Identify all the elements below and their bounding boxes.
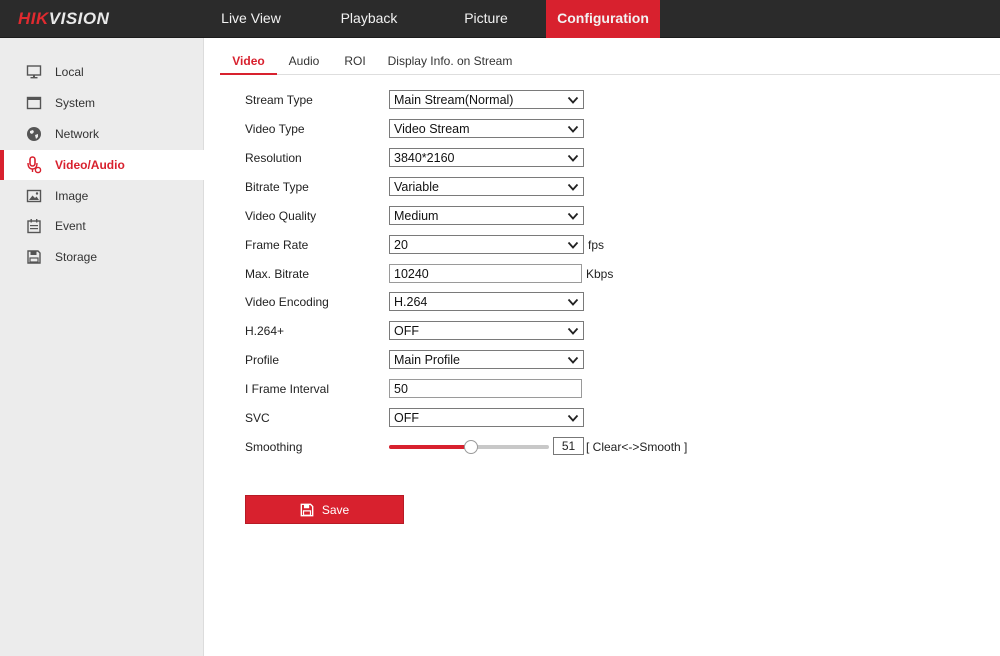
sidebar-item-video-audio[interactable]: Video/Audio bbox=[0, 150, 204, 180]
nav-picture[interactable]: Picture bbox=[436, 0, 536, 38]
slider-fill bbox=[389, 445, 471, 449]
microphone-icon bbox=[25, 156, 43, 174]
bitrate-type-value: Variable bbox=[394, 180, 439, 194]
profile-label: Profile bbox=[245, 353, 280, 367]
svc-label: SVC bbox=[245, 411, 270, 425]
video-type-label: Video Type bbox=[245, 122, 305, 136]
sub-tabs: Video Audio ROI Display Info. on Stream bbox=[220, 48, 1000, 75]
max-bitrate-label: Max. Bitrate bbox=[245, 267, 310, 281]
h264plus-value: OFF bbox=[394, 324, 419, 338]
save-button-label: Save bbox=[321, 502, 350, 517]
max-bitrate-unit: Kbps bbox=[586, 267, 614, 281]
chevron-down-icon bbox=[567, 327, 579, 335]
resolution-value: 3840*2160 bbox=[394, 151, 455, 165]
svc-select[interactable]: OFF bbox=[389, 408, 584, 427]
floppy-disk-icon bbox=[300, 503, 314, 516]
resolution-label: Resolution bbox=[245, 151, 302, 165]
main-nav: Live View Playback Picture Configuration bbox=[200, 0, 660, 38]
globe-icon bbox=[25, 125, 43, 143]
video-encoding-select[interactable]: H.264 bbox=[389, 292, 584, 311]
frame-rate-select[interactable]: 20 bbox=[389, 235, 584, 254]
top-bar: HIKVISION Live View Playback Picture Con… bbox=[0, 0, 1000, 38]
max-bitrate-row: Max. Bitrate Kbps bbox=[245, 264, 645, 284]
video-quality-value: Medium bbox=[394, 209, 439, 223]
chevron-down-icon bbox=[567, 414, 579, 422]
resolution-select[interactable]: 3840*2160 bbox=[389, 148, 584, 167]
stream-type-value: Main Stream(Normal) bbox=[394, 93, 514, 107]
chevron-down-icon bbox=[567, 298, 579, 306]
frame-rate-label: Frame Rate bbox=[245, 238, 309, 252]
sidebar-item-network[interactable]: Network bbox=[0, 119, 204, 149]
monitor-icon bbox=[25, 63, 43, 81]
video-encoding-label: Video Encoding bbox=[245, 295, 329, 309]
nav-playback[interactable]: Playback bbox=[302, 0, 436, 38]
sidebar-item-label: Network bbox=[55, 127, 100, 141]
calendar-icon bbox=[25, 217, 43, 235]
video-quality-label: Video Quality bbox=[245, 209, 317, 223]
sidebar-item-storage[interactable]: Storage bbox=[0, 242, 204, 272]
sidebar-item-label: Local bbox=[55, 65, 84, 79]
hikvision-logo: HIKVISION bbox=[18, 9, 109, 29]
chevron-down-icon bbox=[567, 183, 579, 191]
svc-value: OFF bbox=[394, 411, 419, 425]
frame-rate-row: Frame Rate 20 fps bbox=[245, 235, 645, 255]
video-type-value: Video Stream bbox=[394, 122, 470, 136]
nav-live-view[interactable]: Live View bbox=[200, 0, 302, 38]
max-bitrate-input[interactable] bbox=[389, 264, 582, 283]
tab-video[interactable]: Video bbox=[220, 48, 277, 75]
chevron-down-icon bbox=[567, 241, 579, 249]
smoothing-hint: [ Clear<->Smooth ] bbox=[586, 440, 688, 454]
bitrate-type-label: Bitrate Type bbox=[245, 180, 309, 194]
chevron-down-icon bbox=[567, 125, 579, 133]
sidebar-item-label: System bbox=[55, 96, 96, 110]
smoothing-row: Smoothing 51 [ Clear<->Smooth ] bbox=[245, 437, 705, 457]
tab-audio[interactable]: Audio bbox=[282, 48, 326, 75]
window-icon bbox=[25, 94, 43, 112]
video-encoding-value: H.264 bbox=[394, 295, 428, 309]
stream-type-select[interactable]: Main Stream(Normal) bbox=[389, 90, 584, 109]
profile-select[interactable]: Main Profile bbox=[389, 350, 584, 369]
sidebar-item-label: Video/Audio bbox=[55, 158, 125, 172]
frame-rate-value: 20 bbox=[394, 238, 408, 252]
smoothing-slider[interactable] bbox=[389, 440, 549, 454]
bitrate-type-select[interactable]: Variable bbox=[389, 177, 584, 196]
iframe-interval-input[interactable] bbox=[389, 379, 582, 398]
chevron-down-icon bbox=[567, 212, 579, 220]
nav-configuration[interactable]: Configuration bbox=[546, 0, 660, 38]
chevron-down-icon bbox=[567, 154, 579, 162]
iframe-interval-label: I Frame Interval bbox=[245, 382, 330, 396]
tab-roi[interactable]: ROI bbox=[336, 48, 374, 75]
sidebar-item-local[interactable]: Local bbox=[0, 57, 204, 87]
stream-type-label: Stream Type bbox=[245, 93, 313, 107]
floppy-disk-icon bbox=[25, 248, 43, 266]
logo-red-text: HIK bbox=[18, 9, 49, 28]
slider-thumb[interactable] bbox=[464, 440, 478, 454]
image-icon bbox=[25, 187, 43, 205]
sidebar-item-label: Image bbox=[55, 189, 89, 203]
h264plus-select[interactable]: OFF bbox=[389, 321, 584, 340]
smoothing-value: 51 bbox=[553, 437, 584, 455]
tab-display-info-on-stream[interactable]: Display Info. on Stream bbox=[386, 48, 514, 75]
chevron-down-icon bbox=[567, 96, 579, 104]
save-button[interactable]: Save bbox=[245, 495, 404, 524]
sidebar-item-label: Storage bbox=[55, 250, 98, 264]
h264plus-label: H.264+ bbox=[245, 324, 285, 338]
sidebar-item-event[interactable]: Event bbox=[0, 211, 204, 241]
sidebar: Local System Network Video/Audio Image E… bbox=[0, 38, 204, 656]
video-quality-select[interactable]: Medium bbox=[389, 206, 584, 225]
sidebar-item-image[interactable]: Image bbox=[0, 181, 204, 211]
sidebar-item-system[interactable]: System bbox=[0, 88, 204, 118]
video-type-select[interactable]: Video Stream bbox=[389, 119, 584, 138]
sidebar-item-label: Event bbox=[55, 219, 86, 233]
smoothing-label: Smoothing bbox=[245, 440, 303, 454]
chevron-down-icon bbox=[567, 356, 579, 364]
profile-value: Main Profile bbox=[394, 353, 460, 367]
logo-rest-text: VISION bbox=[48, 9, 110, 28]
frame-rate-unit: fps bbox=[588, 238, 605, 252]
